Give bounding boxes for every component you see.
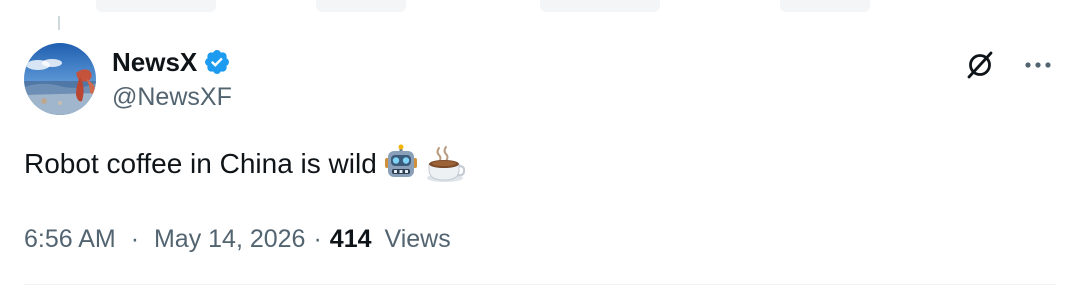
name-row: NewsX — [112, 47, 232, 77]
avatar[interactable] — [24, 43, 96, 115]
divider — [24, 284, 1056, 285]
grok-icon[interactable] — [962, 47, 998, 83]
views-label: Views — [384, 225, 451, 253]
landscape-avatar-icon — [24, 43, 96, 115]
views-link[interactable]: 414 Views — [330, 222, 451, 256]
views-count: 414 — [329, 225, 372, 253]
previous-tweet-fade — [780, 0, 870, 12]
previous-tweet-fade — [96, 0, 216, 12]
tweet-time: 6:56 AM — [24, 225, 116, 253]
tweet-date: May 14, 2026 — [153, 225, 306, 253]
timestamp-link[interactable]: 6:56 AM · May 14, 2026 — [24, 222, 305, 256]
thread-connector-line — [58, 16, 60, 30]
separator-dot: · — [313, 225, 322, 253]
verified-badge-icon[interactable] — [203, 48, 231, 76]
tweet-text-content: Robot coffee in China is wild — [24, 148, 377, 179]
tweet-meta: 6:56 AM · May 14, 2026 · 414 Views — [24, 222, 451, 256]
tweet-card: NewsX @NewsXF Robot coffee in China is w… — [0, 0, 1080, 293]
previous-tweet-fade — [540, 0, 660, 12]
user-info: NewsX @NewsXF — [112, 43, 232, 112]
hot-beverage-emoji-icon — [425, 144, 466, 184]
separator-dot: · — [130, 225, 140, 253]
display-name[interactable]: NewsX — [112, 47, 197, 78]
previous-tweet-fade — [316, 0, 406, 12]
tweet-text: Robot coffee in China is wild — [24, 144, 466, 184]
user-handle[interactable]: @NewsXF — [112, 83, 232, 112]
header-actions — [962, 43, 1056, 83]
tweet-header: NewsX @NewsXF — [24, 43, 1056, 115]
robot-emoji-icon — [381, 144, 421, 184]
more-icon[interactable] — [1020, 47, 1056, 83]
